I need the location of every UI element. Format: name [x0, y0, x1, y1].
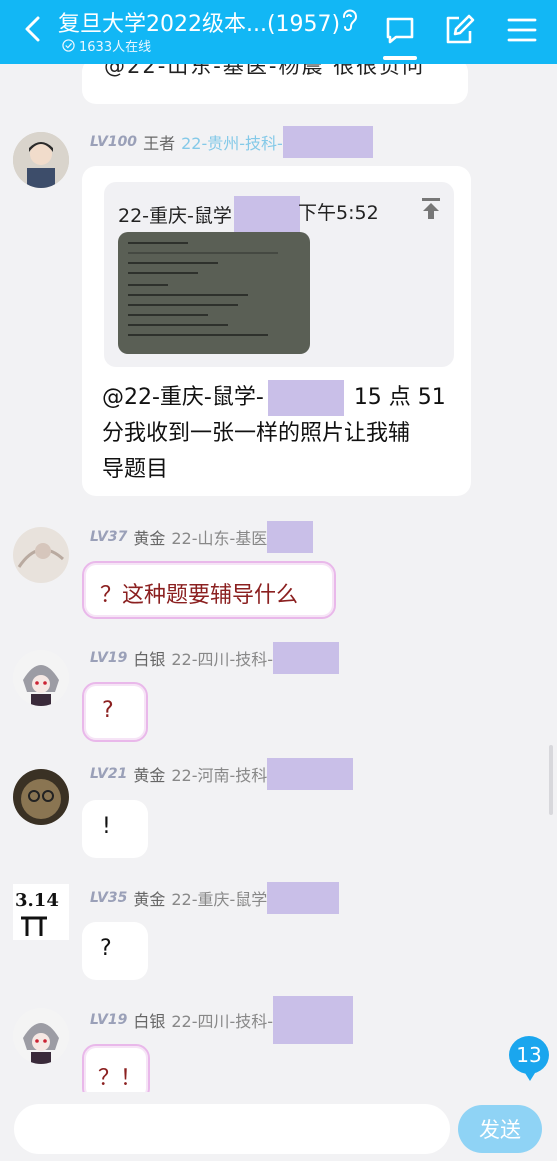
message-item: 3.14 LV35 黄金 22-重庆-鼠学 ?: [0, 882, 557, 989]
message-text: ？！: [98, 1066, 143, 1091]
online-count: 1633人在线: [62, 36, 151, 55]
rank-label: 白银: [133, 1012, 166, 1031]
quote-sender: 22-重庆-鼠学: [118, 196, 300, 232]
active-tab-indicator: [383, 56, 417, 60]
avatar-image: [13, 650, 69, 706]
sender-name[interactable]: 22-四川-技科-: [171, 1008, 273, 1032]
redaction-block: [267, 521, 314, 553]
message-item: LV19 白银 22-四川-技科- ?: [0, 642, 557, 752]
level-badge: LV21: [90, 766, 128, 782]
sender-meta: LV19 白银 22-四川-技科-: [90, 642, 340, 674]
edit-icon[interactable]: [443, 14, 475, 46]
quoted-message[interactable]: 22-重庆-鼠学 下午5:52: [104, 182, 454, 367]
message-text: ？这种题要辅导什么: [100, 583, 299, 608]
redaction-block: [233, 196, 300, 232]
message-bubble[interactable]: ?: [82, 922, 148, 980]
redaction-block: [267, 380, 344, 416]
rank-label: 黄金: [133, 766, 166, 785]
message-bubble[interactable]: ？！: [82, 1044, 150, 1092]
message-bubble[interactable]: !: [82, 800, 148, 858]
svg-text:3.14: 3.14: [15, 890, 59, 911]
chat-header: 复旦大学2022级本...(1957) 1633人在线: [0, 0, 557, 64]
rank-label: 黄金: [133, 890, 166, 909]
online-text: 1633人在线: [79, 40, 152, 55]
quote-time: 下午5:52: [298, 202, 379, 224]
redaction-block: [267, 758, 354, 790]
message-text: ?: [102, 698, 114, 723]
sender-meta: LV37 黄金 22-山东-基医: [90, 521, 314, 553]
sender-meta: LV100 王者 22-贵州-技科-: [90, 126, 373, 158]
redaction-block: [273, 642, 340, 674]
sender-name[interactable]: 22-重庆-鼠学: [171, 886, 267, 910]
chat-icon[interactable]: [384, 14, 416, 46]
sender-name[interactable]: 22-四川-技科-: [171, 646, 273, 670]
redaction-block: [267, 882, 340, 914]
avatar-image: [13, 769, 69, 825]
send-button[interactable]: 发送: [458, 1105, 542, 1153]
message-item: LV19 白银 22-四川-技科- ？！: [0, 996, 557, 1092]
message-item: LV100 王者 22-贵州-技科- 22-重庆-鼠学 下午5:52 @22-重…: [0, 124, 557, 502]
level-badge: LV37: [90, 529, 128, 545]
rank-label: 白银: [133, 650, 166, 669]
previous-message-text: @22-山东-基医-杨晨 很很负问: [104, 64, 426, 78]
avatar-image: 3.14: [13, 884, 69, 940]
avatar[interactable]: [13, 769, 69, 825]
redaction-block: [282, 126, 373, 158]
message-item: LV21 黄金 22-河南-技科 !: [0, 758, 557, 869]
menu-icon[interactable]: [506, 14, 538, 46]
sender-meta: LV21 黄金 22-河南-技科: [90, 758, 354, 790]
message-list[interactable]: @22-山东-基医-杨晨 很很负问 LV100 王者 22-贵州-技科- 22-…: [0, 64, 557, 1092]
level-badge: LV19: [90, 1012, 128, 1028]
sender-name[interactable]: 22-河南-技科: [171, 762, 267, 786]
input-bar: 发送: [0, 1092, 557, 1161]
avatar-image: [13, 132, 69, 188]
group-title[interactable]: 复旦大学2022级本...(1957): [58, 6, 340, 38]
ear-icon[interactable]: [338, 8, 360, 34]
level-badge: LV100: [90, 134, 138, 150]
sender-name[interactable]: 22-贵州-技科-: [181, 130, 283, 154]
rank-label: 黄金: [133, 529, 166, 548]
sender-meta: LV19 白银 22-四川-技科-: [90, 996, 354, 1044]
avatar[interactable]: [13, 527, 69, 583]
message-bubble[interactable]: ?: [82, 682, 148, 742]
avatar-image: [13, 1008, 69, 1064]
redaction-block: [273, 996, 354, 1044]
back-arrow-icon[interactable]: [18, 14, 48, 44]
unread-count-badge[interactable]: 13: [509, 1036, 549, 1081]
avatar[interactable]: [13, 650, 69, 706]
check-circle-icon: [62, 39, 75, 52]
message-input[interactable]: [14, 1104, 450, 1154]
message-item: LV37 黄金 22-山东-基医 ？这种题要辅导什么: [0, 519, 557, 629]
jump-to-message-icon[interactable]: [420, 196, 442, 220]
avatar[interactable]: 3.14: [13, 884, 69, 940]
rank-label: 王者: [143, 134, 176, 153]
level-badge: LV19: [90, 650, 128, 666]
avatar[interactable]: [13, 132, 69, 188]
scrollbar[interactable]: [549, 745, 553, 815]
message-text: @22-重庆-鼠学- 15 点 51 分我收到一张一样的照片让我辅 导题目: [102, 380, 446, 488]
message-text: ?: [100, 936, 112, 961]
quoted-photo[interactable]: [118, 232, 310, 354]
message-text: !: [102, 814, 111, 839]
previous-message-bubble[interactable]: @22-山东-基医-杨晨 很很负问: [82, 64, 468, 104]
sender-meta: LV35 黄金 22-重庆-鼠学: [90, 882, 340, 914]
level-badge: LV35: [90, 890, 128, 906]
avatar[interactable]: [13, 1008, 69, 1064]
sender-name[interactable]: 22-山东-基医: [171, 525, 267, 549]
message-bubble[interactable]: ？这种题要辅导什么: [82, 561, 336, 619]
avatar-image: [13, 527, 69, 583]
